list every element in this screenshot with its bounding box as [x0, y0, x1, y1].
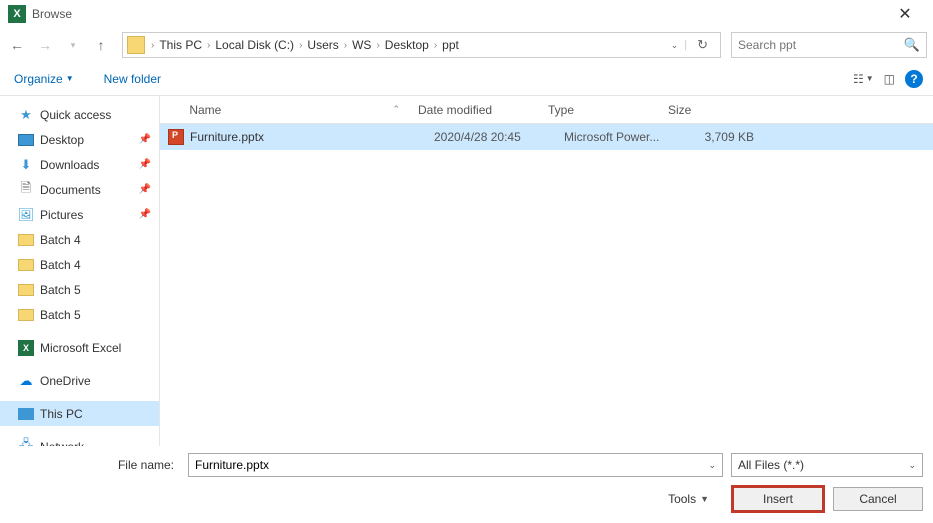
folder-icon: [18, 257, 34, 273]
insert-button[interactable]: Insert: [733, 487, 823, 511]
pin-icon: 📌: [139, 159, 151, 170]
file-row[interactable]: Furniture.pptx 2020/4/28 20:45 Microsoft…: [160, 124, 933, 150]
refresh-button[interactable]: ↻: [693, 37, 712, 53]
chevron-down-icon[interactable]: ⌄: [708, 460, 716, 471]
chevron-right-icon[interactable]: ›: [342, 40, 349, 51]
download-icon: ⬇: [18, 157, 34, 173]
recent-dropdown[interactable]: ▾: [62, 34, 84, 56]
filename-label: File name:: [10, 458, 180, 472]
file-filter-dropdown[interactable]: All Files (*.*) ⌄: [731, 453, 923, 477]
star-icon: ★: [18, 107, 34, 123]
folder-icon: [18, 282, 34, 298]
breadcrumb-item[interactable]: ppt: [439, 38, 462, 52]
address-dropdown[interactable]: ⌄: [671, 40, 679, 51]
file-list-area: Name⌃ Date modified Type Size Furniture.…: [160, 96, 933, 446]
sidebar-onedrive[interactable]: ☁OneDrive: [0, 368, 159, 393]
filename-input[interactable]: [195, 458, 708, 472]
file-date: 2020/4/28 20:45: [434, 130, 564, 144]
filter-label: All Files (*.*): [738, 458, 804, 472]
navigation-bar: ← → ▾ ↑ › This PC › Local Disk (C:) › Us…: [0, 28, 933, 62]
body-area: ★Quick access Desktop📌 ⬇Downloads📌 🗎Docu…: [0, 96, 933, 446]
sidebar-desktop[interactable]: Desktop📌: [0, 127, 159, 152]
forward-button[interactable]: →: [34, 34, 56, 56]
excel-icon: X: [18, 340, 34, 356]
search-input[interactable]: [738, 38, 904, 52]
search-icon[interactable]: 🔍: [904, 37, 920, 53]
file-type: Microsoft Power...: [564, 130, 684, 144]
sidebar-documents[interactable]: 🗎Documents📌: [0, 177, 159, 202]
pc-icon: [18, 406, 34, 422]
sidebar-quick-access[interactable]: ★Quick access: [0, 102, 159, 127]
chevron-right-icon[interactable]: ›: [374, 40, 381, 51]
search-box[interactable]: 🔍: [731, 32, 927, 58]
pictures-icon: 🖼: [18, 207, 34, 223]
breadcrumb-item[interactable]: WS: [349, 38, 374, 52]
pin-icon: 📌: [139, 134, 151, 145]
close-button[interactable]: ✕: [885, 4, 925, 24]
tools-dropdown[interactable]: Tools ▼: [668, 492, 709, 506]
organize-button[interactable]: Organize ▼: [10, 69, 78, 89]
desktop-icon: [18, 132, 34, 148]
address-bar[interactable]: › This PC › Local Disk (C:) › Users › WS…: [122, 32, 721, 58]
breadcrumb-item[interactable]: This PC: [156, 38, 205, 52]
footer: File name: ⌄ All Files (*.*) ⌄ Tools ▼ I…: [0, 445, 933, 523]
document-icon: 🗎: [18, 182, 34, 198]
breadcrumb-item[interactable]: Desktop: [382, 38, 432, 52]
chevron-right-icon[interactable]: ›: [297, 40, 304, 51]
window-title: Browse: [32, 7, 885, 21]
powerpoint-file-icon: [168, 129, 184, 145]
folder-icon: [127, 36, 145, 54]
sidebar-excel[interactable]: XMicrosoft Excel: [0, 335, 159, 360]
preview-pane-button[interactable]: ◫: [884, 72, 895, 86]
sidebar-pictures[interactable]: 🖼Pictures📌: [0, 202, 159, 227]
sort-indicator-icon: ⌃: [392, 104, 400, 115]
file-size: 3,709 KB: [684, 130, 764, 144]
folder-icon: [18, 232, 34, 248]
title-bar: X Browse ✕: [0, 0, 933, 28]
sidebar-folder[interactable]: Batch 5: [0, 277, 159, 302]
new-folder-button[interactable]: New folder: [100, 69, 165, 89]
chevron-right-icon[interactable]: ›: [432, 40, 439, 51]
new-folder-label: New folder: [104, 72, 161, 86]
breadcrumb-item[interactable]: Users: [304, 38, 341, 52]
help-icon[interactable]: ?: [905, 70, 923, 88]
sidebar-this-pc[interactable]: This PC: [0, 401, 159, 426]
excel-app-icon: X: [8, 5, 26, 23]
chevron-right-icon[interactable]: ›: [149, 40, 156, 51]
up-button[interactable]: ↑: [90, 34, 112, 56]
file-name: Furniture.pptx: [190, 130, 434, 144]
breadcrumb-item[interactable]: Local Disk (C:): [212, 38, 297, 52]
organize-label: Organize: [14, 72, 63, 86]
column-type[interactable]: Type: [548, 103, 668, 117]
toolbar: Organize ▼ New folder ☷ ▼ ◫ ?: [0, 62, 933, 96]
folder-icon: [18, 307, 34, 323]
sidebar-folder[interactable]: Batch 5: [0, 302, 159, 327]
view-options-button[interactable]: ☷ ▼: [853, 72, 874, 86]
filename-combobox[interactable]: ⌄: [188, 453, 723, 477]
column-headers: Name⌃ Date modified Type Size: [160, 96, 933, 124]
column-name[interactable]: Name⌃: [168, 103, 418, 117]
chevron-down-icon: ▼: [700, 494, 709, 504]
chevron-down-icon: ⌄: [908, 460, 916, 471]
back-button[interactable]: ←: [6, 34, 28, 56]
chevron-down-icon: ▼: [66, 74, 74, 83]
cancel-button[interactable]: Cancel: [833, 487, 923, 511]
pin-icon: 📌: [139, 209, 151, 220]
column-size[interactable]: Size: [668, 103, 748, 117]
navigation-pane: ★Quick access Desktop📌 ⬇Downloads📌 🗎Docu…: [0, 96, 160, 446]
pin-icon: 📌: [139, 184, 151, 195]
sidebar-downloads[interactable]: ⬇Downloads📌: [0, 152, 159, 177]
file-list[interactable]: Furniture.pptx 2020/4/28 20:45 Microsoft…: [160, 124, 933, 446]
column-date[interactable]: Date modified: [418, 103, 548, 117]
sidebar-folder[interactable]: Batch 4: [0, 227, 159, 252]
sidebar-folder[interactable]: Batch 4: [0, 252, 159, 277]
cloud-icon: ☁: [18, 373, 34, 389]
chevron-right-icon[interactable]: ›: [205, 40, 212, 51]
